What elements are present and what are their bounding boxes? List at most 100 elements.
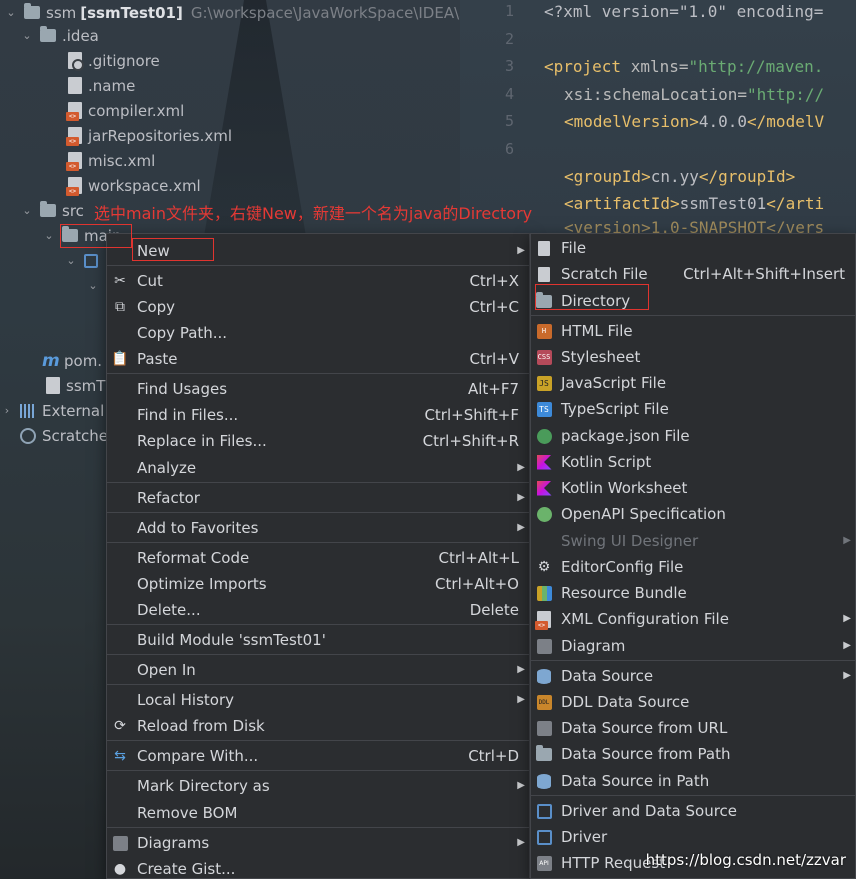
menu-item-diagrams[interactable]: Diagrams ▶	[107, 830, 529, 855]
submenu-item-ddl-data-source[interactable]: DDL DDL Data Source	[531, 689, 855, 714]
submenu-item-resource-bundle[interactable]: Resource Bundle	[531, 580, 855, 605]
menu-item-paste[interactable]: 📋 Paste Ctrl+V	[107, 346, 529, 371]
submenu-arrow-icon: ▶	[517, 694, 525, 705]
css-file-icon: CSS	[535, 348, 553, 366]
shortcut: Ctrl+Shift+F	[424, 405, 519, 424]
menu-item-label: Delete...	[137, 600, 201, 619]
tree-item-scratches[interactable]: Scratche	[20, 423, 108, 448]
xml-tag: <groupId>	[564, 167, 651, 186]
tree-item-pom[interactable]: m pom.	[42, 348, 102, 373]
root-module: [ssmTest01]	[80, 3, 183, 22]
submenu-item-stylesheet[interactable]: CSS Stylesheet	[531, 344, 855, 369]
chevron-down-icon[interactable]: ⌄	[20, 29, 34, 42]
tree-item-name[interactable]: .name	[68, 73, 135, 98]
driver-icon-shape	[536, 829, 552, 845]
xml-file-icon	[535, 610, 553, 630]
menu-item-copy-path[interactable]: Copy Path...	[107, 320, 529, 345]
ddl-icon: DDL	[535, 693, 553, 711]
submenu-item-javascript-file[interactable]: JS JavaScript File	[531, 370, 855, 395]
submenu-item-data-source[interactable]: Data Source ▶	[531, 663, 855, 688]
submenu-item-data-source-url[interactable]: Data Source from URL	[531, 715, 855, 740]
tree-item-external-libraries[interactable]: › External	[2, 398, 104, 423]
line-number: 4	[504, 85, 514, 103]
tree-item-compiler-xml[interactable]: compiler.xml	[66, 98, 184, 123]
menu-item-reformat-code[interactable]: Reformat Code Ctrl+Alt+L	[107, 545, 529, 570]
menu-item-create-gist[interactable]: ● Create Gist...	[107, 856, 529, 879]
submenu-item-typescript-file[interactable]: TS TypeScript File	[531, 396, 855, 421]
tree-item-misc-xml[interactable]: misc.xml	[66, 148, 155, 173]
menu-item-label: Stylesheet	[561, 347, 641, 366]
menu-item-refactor[interactable]: Refactor ▶	[107, 485, 529, 510]
menu-item-delete[interactable]: Delete... Delete	[107, 597, 529, 622]
tree-item-src[interactable]: ⌄ src	[20, 198, 84, 223]
submenu-item-kotlin-worksheet[interactable]: Kotlin Worksheet	[531, 475, 855, 500]
scratch-file-icon-shape	[538, 266, 550, 282]
menu-item-reload-from-disk[interactable]: ⟳ Reload from Disk	[107, 713, 529, 738]
menu-separator	[531, 315, 855, 316]
chevron-right-icon[interactable]: ›	[2, 404, 12, 417]
menu-item-copy[interactable]: ⧉ Copy Ctrl+C	[107, 294, 529, 319]
code-line-5: <modelVersion>4.0.0</modelV	[564, 112, 824, 131]
tree-item-child-folder[interactable]: ⌄	[64, 248, 104, 273]
tree-item-gitignore[interactable]: .gitignore	[68, 48, 160, 73]
xml-tag: <project	[544, 57, 622, 76]
menu-item-build-module[interactable]: Build Module 'ssmTest01'	[107, 627, 529, 652]
submenu-item-package-json[interactable]: package.json File	[531, 423, 855, 448]
package-folder-icon	[84, 253, 98, 268]
menu-item-replace-in-files[interactable]: Replace in Files... Ctrl+Shift+R	[107, 428, 529, 453]
submenu-arrow-icon: ▶	[843, 613, 851, 624]
submenu-item-kotlin-script[interactable]: Kotlin Script	[531, 449, 855, 474]
submenu-item-driver-and-data-source[interactable]: Driver and Data Source	[531, 798, 855, 823]
tree-item-iml[interactable]: ssmT	[46, 373, 105, 398]
menu-separator	[531, 660, 855, 661]
menu-item-optimize-imports[interactable]: Optimize Imports Ctrl+Alt+O	[107, 571, 529, 596]
menu-item-analyze[interactable]: Analyze ▶	[107, 455, 529, 480]
submenu-item-diagram[interactable]: Diagram ▶	[531, 633, 855, 658]
menu-item-find-usages[interactable]: Find Usages Alt+F7	[107, 376, 529, 401]
menu-item-add-to-favorites[interactable]: Add to Favorites ▶	[107, 515, 529, 540]
submenu-item-xml-configuration[interactable]: XML Configuration File ▶	[531, 606, 855, 631]
submenu-item-driver[interactable]: Driver	[531, 824, 855, 849]
menu-item-mark-directory-as[interactable]: Mark Directory as ▶	[107, 773, 529, 798]
xml-text: 4.0.0	[698, 112, 748, 131]
url-icon	[535, 719, 553, 737]
menu-item-label: HTML File	[561, 321, 633, 340]
xml-string: "http://	[747, 85, 825, 104]
menu-item-remove-bom[interactable]: Remove BOM	[107, 800, 529, 825]
xml-tag: <artifactId>	[564, 194, 680, 213]
kotlin-icon	[535, 479, 553, 497]
css-file-icon-shape: CSS	[536, 349, 552, 365]
chevron-down-icon[interactable]: ⌄	[20, 204, 34, 217]
submenu-item-data-source-path[interactable]: Data Source from Path	[531, 741, 855, 766]
database-icon	[535, 772, 553, 790]
menu-item-new[interactable]: New ▶	[107, 238, 529, 263]
submenu-item-file[interactable]: File	[531, 235, 855, 260]
menu-item-label: Data Source from Path	[561, 744, 731, 763]
menu-item-label: DDL Data Source	[561, 692, 690, 711]
menu-item-local-history[interactable]: Local History ▶	[107, 687, 529, 712]
open-folder-icon	[535, 744, 553, 763]
tree-item-label: pom.	[64, 351, 103, 370]
menu-item-open-in[interactable]: Open In ▶	[107, 657, 529, 682]
submenu-item-html-file[interactable]: H HTML File	[531, 318, 855, 343]
tree-root[interactable]: ⌄ ssm [ssmTest01] G:\workspace\JavaWorkS…	[4, 0, 489, 25]
tree-item-workspace-xml[interactable]: workspace.xml	[66, 173, 201, 198]
submenu-item-data-source-in-path[interactable]: Data Source in Path	[531, 768, 855, 793]
chevron-down-icon[interactable]: ⌄	[86, 279, 100, 292]
submenu-item-directory[interactable]: Directory	[531, 288, 855, 313]
submenu-item-scratch-file[interactable]: Scratch File Ctrl+Alt+Shift+Insert	[531, 261, 855, 286]
submenu-item-openapi[interactable]: OpenAPI Specification	[531, 501, 855, 526]
chevron-down-icon[interactable]: ⌄	[4, 6, 18, 19]
menu-item-cut[interactable]: ✂ Cut Ctrl+X	[107, 268, 529, 293]
chevron-down-icon[interactable]: ⌄	[42, 229, 56, 242]
submenu-item-editorconfig[interactable]: ⚙ EditorConfig File	[531, 554, 855, 579]
tree-item-grandchild[interactable]: ⌄	[86, 273, 106, 298]
submenu-arrow-icon: ▶	[517, 245, 525, 256]
menu-item-label: TypeScript File	[561, 399, 669, 418]
menu-item-compare-with[interactable]: ⇆ Compare With... Ctrl+D	[107, 743, 529, 768]
menu-item-find-in-files[interactable]: Find in Files... Ctrl+Shift+F	[107, 402, 529, 427]
scissors-icon: ✂	[114, 273, 126, 289]
chevron-down-icon[interactable]: ⌄	[64, 254, 78, 267]
tree-item-idea[interactable]: ⌄ .idea	[20, 23, 99, 48]
tree-item-jarrepositories-xml[interactable]: jarRepositories.xml	[66, 123, 232, 148]
